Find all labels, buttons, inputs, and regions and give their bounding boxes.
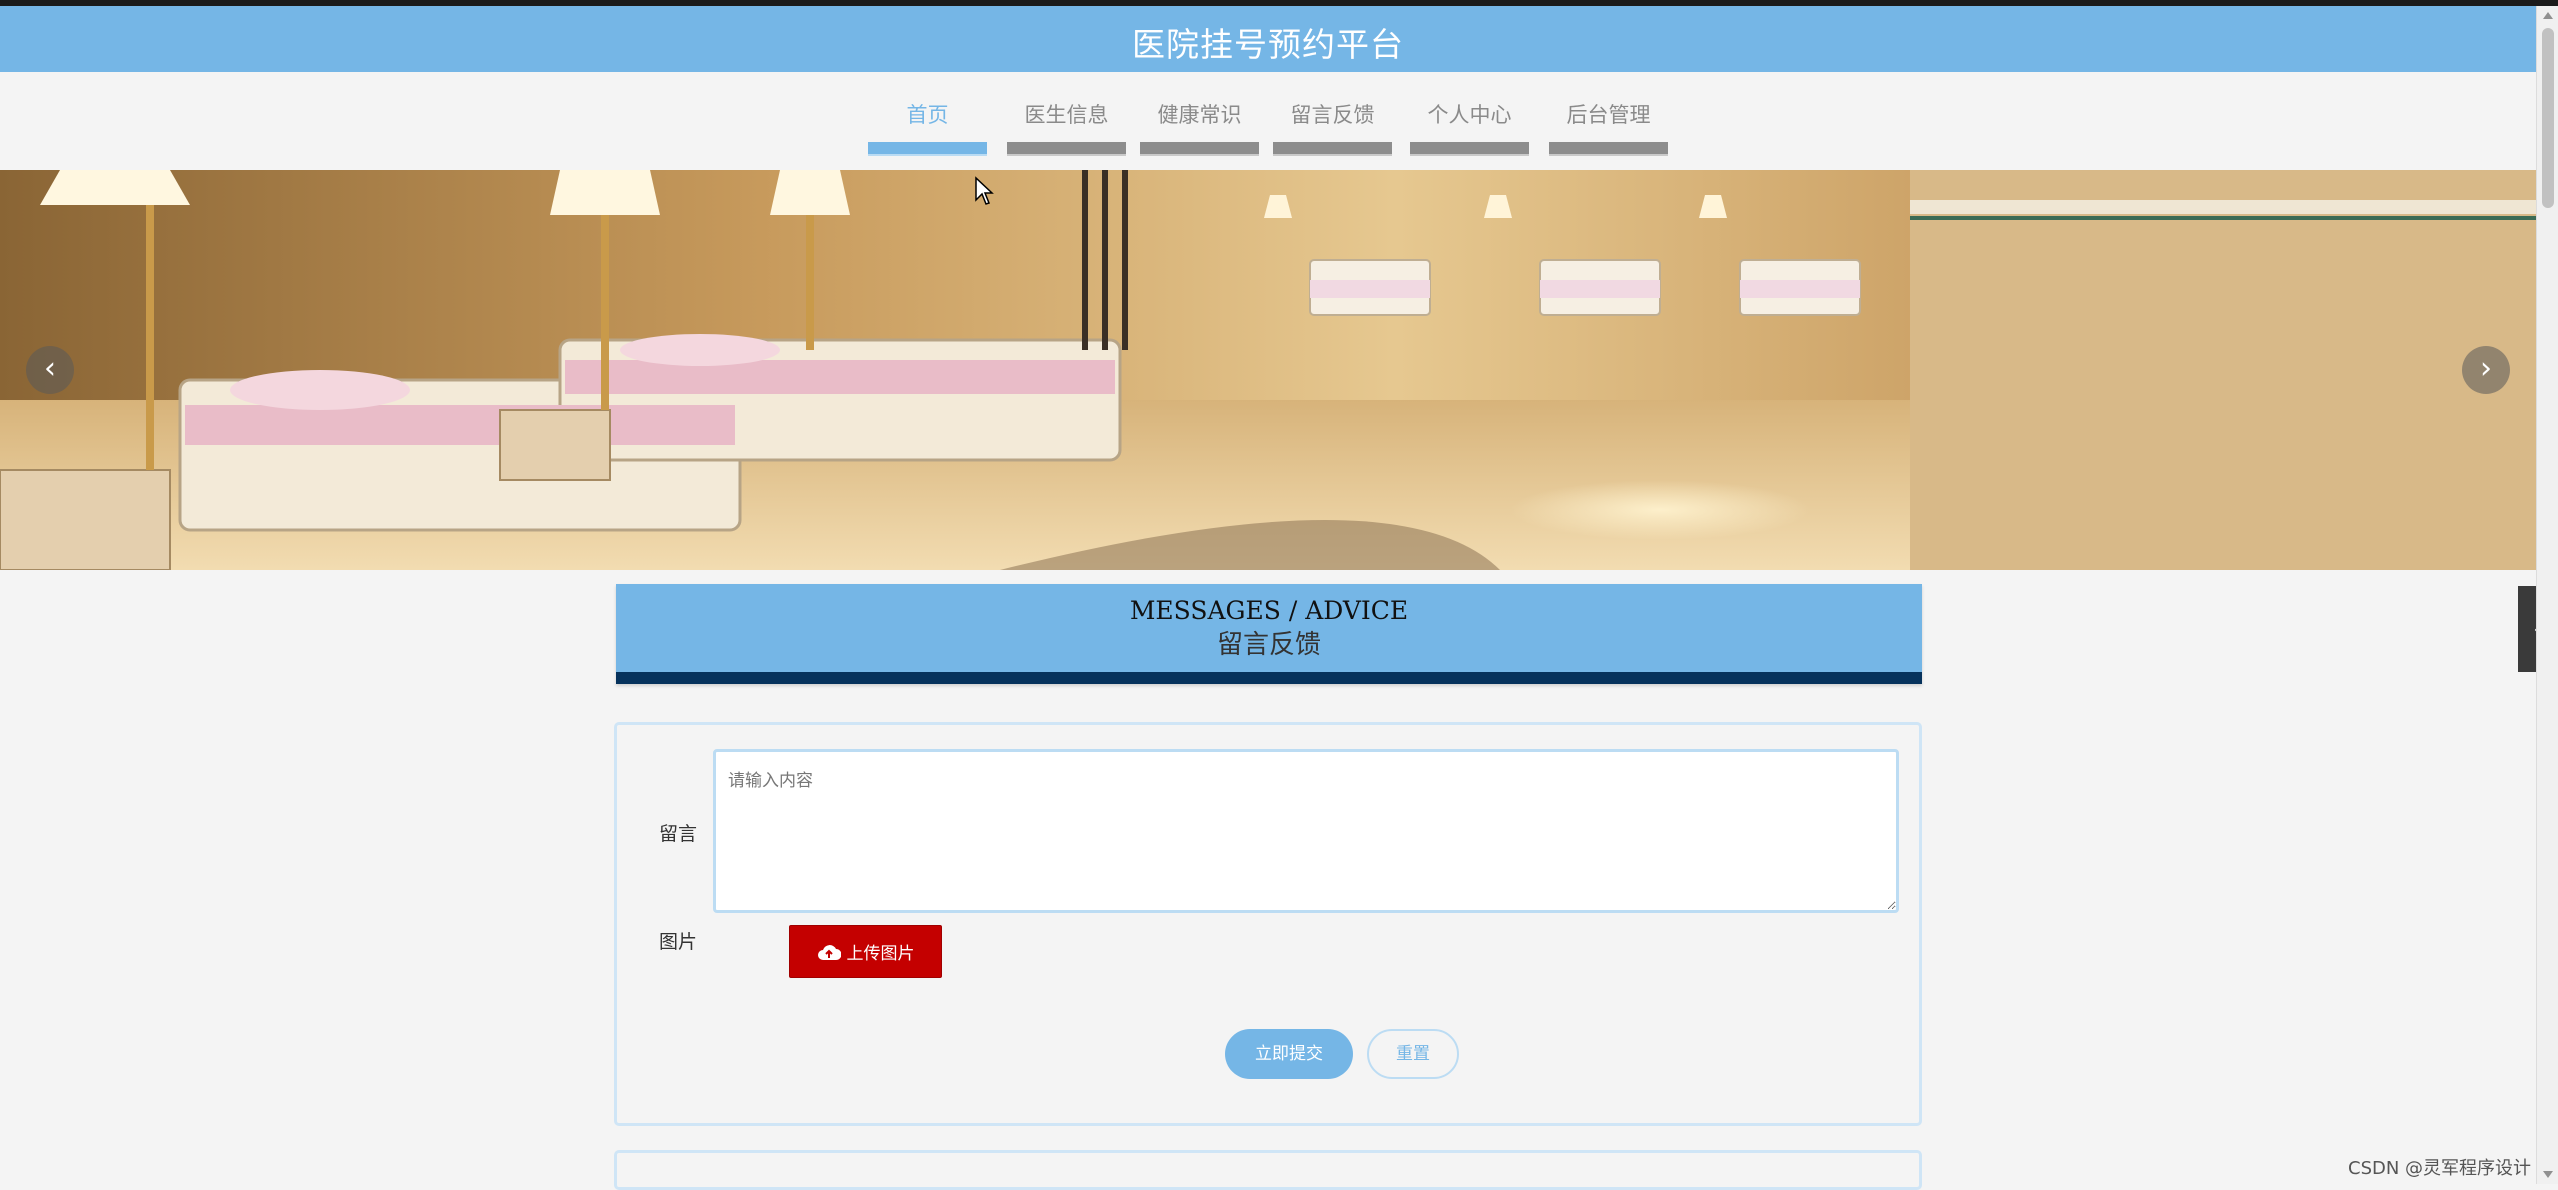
nav-item-health-knowledge[interactable]: 健康常识	[1140, 100, 1259, 160]
scrollbar-thumb[interactable]	[2542, 28, 2554, 208]
message-textarea[interactable]	[713, 749, 1899, 913]
carousel-next-button[interactable]: ›	[2462, 346, 2510, 394]
section-heading: MESSAGES / ADVICE 留言反馈	[616, 584, 1922, 684]
nav-label: 医生信息	[1024, 103, 1109, 127]
nav-underline	[1007, 142, 1126, 156]
banner-image-hospital-ward	[0, 170, 2536, 570]
nav-underline	[1273, 142, 1392, 156]
nav-label: 个人中心	[1427, 103, 1512, 127]
message-list-card	[614, 1150, 1922, 1190]
watermark: CSDN @灵军程序设计	[2348, 1158, 2532, 1179]
mouse-cursor-icon	[975, 176, 994, 205]
nav-label: 留言反馈	[1290, 103, 1375, 127]
nav-label: 后台管理	[1566, 103, 1651, 127]
image-label: 图片	[659, 931, 698, 953]
cloud-upload-icon	[817, 944, 841, 960]
nav-underline	[1140, 142, 1259, 156]
nav-item-feedback[interactable]: 留言反馈	[1273, 100, 1392, 160]
reset-button[interactable]: 重置	[1367, 1029, 1459, 1079]
section-title-en: MESSAGES / ADVICE	[1129, 596, 1409, 625]
feedback-form: 留言 图片 上传图片 立即提交 重置	[614, 722, 1922, 1126]
page-scrollbar[interactable]	[2536, 6, 2558, 1184]
main-nav: 首页 医生信息 健康常识 留言反馈 个人中心 后台管理	[0, 72, 2536, 170]
nav-underline	[1549, 142, 1668, 156]
scroll-down-arrow-icon[interactable]	[2543, 1171, 2553, 1178]
scroll-up-arrow-icon[interactable]	[2543, 12, 2553, 19]
nav-underline	[1410, 142, 1529, 156]
carousel-prev-button[interactable]: ‹	[26, 346, 74, 394]
section-title-cn: 留言反馈	[1216, 630, 1321, 660]
upload-image-button[interactable]: 上传图片	[789, 925, 942, 978]
section-heading-underline	[616, 672, 1922, 684]
site-title: 医院挂号预约平台	[1132, 25, 1404, 64]
message-label: 留言	[659, 823, 698, 845]
nav-label: 健康常识	[1157, 103, 1242, 127]
nav-item-personal-center[interactable]: 个人中心	[1410, 100, 1529, 160]
site-header: 医院挂号预约平台	[0, 6, 2536, 72]
nav-item-doctors[interactable]: 医生信息	[1007, 100, 1126, 160]
nav-label: 首页	[906, 103, 949, 127]
upload-image-label: 上传图片	[846, 944, 915, 964]
chevron-left-icon: ‹	[44, 351, 56, 386]
nav-item-home[interactable]: 首页	[868, 100, 987, 160]
nav-underline	[868, 142, 987, 156]
submit-button[interactable]: 立即提交	[1225, 1029, 1353, 1079]
nav-item-admin[interactable]: 后台管理	[1549, 100, 1668, 160]
hero-carousel[interactable]: ‹ ›	[0, 170, 2536, 570]
chevron-right-icon: ›	[2480, 351, 2492, 386]
